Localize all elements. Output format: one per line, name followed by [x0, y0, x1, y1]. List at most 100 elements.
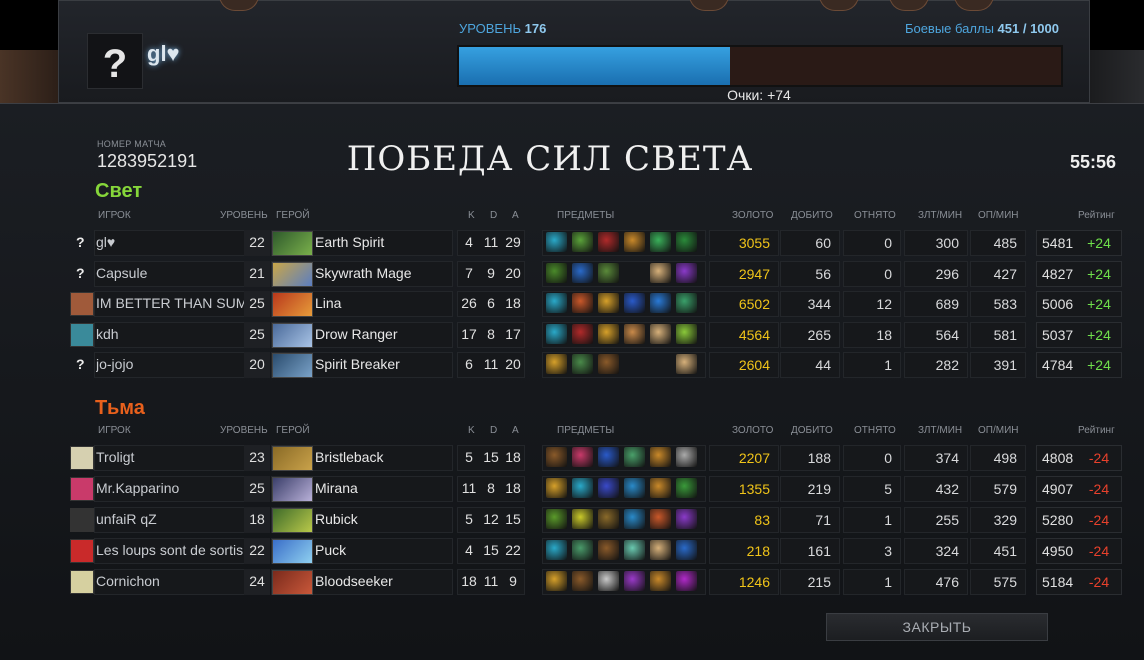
gpm-value: 282 [904, 352, 968, 378]
item-slot-icon[interactable] [624, 571, 645, 591]
item-slot-icon[interactable] [546, 478, 567, 498]
close-button[interactable]: ЗАКРЫТЬ [826, 613, 1048, 641]
item-slot-icon[interactable] [598, 262, 619, 283]
item-slot-icon[interactable] [572, 262, 593, 283]
item-slot-icon[interactable] [624, 232, 645, 252]
item-slot-icon[interactable] [598, 293, 619, 313]
radiant-player-row[interactable]: ? jo-jojo 20 Spirit Breaker 6 11 20 2604 44 1 282 3… [68, 352, 1122, 378]
item-slot-icon[interactable] [650, 478, 671, 498]
player-name[interactable]: gl♥ [96, 230, 246, 254]
item-slot-icon[interactable] [572, 478, 593, 498]
item-slot-icon[interactable] [572, 323, 593, 344]
rating-value: 5037 [1042, 326, 1074, 343]
player-avatar[interactable] [70, 292, 94, 316]
player-avatar[interactable] [70, 539, 94, 563]
item-slot-icon[interactable] [598, 509, 619, 529]
radiant-player-row[interactable]: IM BETTER THAN SUM 25 Lina 26 6 18 6502 344 12 68… [68, 291, 1122, 317]
item-slot-icon[interactable] [546, 509, 567, 529]
item-slot-icon[interactable] [598, 354, 619, 374]
player-avatar[interactable] [70, 570, 94, 594]
hero-portrait[interactable] [272, 261, 313, 287]
dire-player-row[interactable]: unfaiR qZ 18 Rubick 5 12 15 83 71 1 255 329 5280 -24 [68, 507, 1122, 533]
hero-portrait[interactable] [272, 446, 313, 471]
item-slot-icon[interactable] [650, 571, 671, 591]
hero-portrait[interactable] [272, 477, 313, 502]
item-slot-icon[interactable] [572, 354, 593, 374]
item-slot-icon[interactable] [624, 478, 645, 498]
player-name[interactable]: Les loups sont de sortis [96, 538, 246, 562]
item-slot-icon[interactable] [598, 540, 619, 560]
item-slot-icon[interactable] [598, 232, 619, 252]
item-slot-icon[interactable] [572, 571, 593, 591]
item-slot-icon[interactable] [676, 509, 697, 529]
item-slot-icon[interactable] [676, 447, 697, 467]
item-slot-icon[interactable] [572, 232, 593, 252]
hero-portrait[interactable] [272, 539, 313, 564]
item-slot-icon[interactable] [676, 571, 697, 591]
item-slot-icon[interactable] [676, 478, 697, 498]
player-name[interactable]: Cornichon [96, 569, 246, 593]
item-slot-icon[interactable] [676, 540, 697, 560]
item-slot-icon[interactable] [572, 540, 593, 560]
item-slot-icon[interactable] [546, 354, 567, 374]
item-slot-icon[interactable] [650, 323, 671, 344]
dire-player-row[interactable]: Les loups sont de sortis 22 Puck 4 15 22 218 16… [68, 538, 1122, 564]
hero-portrait[interactable] [272, 322, 313, 348]
item-slot-icon[interactable] [546, 540, 567, 560]
rating-value: 4784 [1042, 357, 1074, 373]
item-slot-icon[interactable] [546, 323, 567, 344]
item-slot-icon[interactable] [650, 293, 671, 313]
radiant-player-row[interactable]: kdh 25 Drow Ranger 17 8 17 4564 265 18 564 581 5037… [68, 321, 1122, 348]
item-slot-icon[interactable] [572, 293, 593, 313]
hero-portrait[interactable] [272, 353, 313, 378]
dire-player-row[interactable]: Troligt 23 Bristleback 5 15 18 2207 188 0 374 498 4… [68, 445, 1122, 471]
player-avatar[interactable] [70, 446, 94, 470]
player-name[interactable]: jo-jojo [96, 352, 246, 376]
item-slot-icon[interactable] [650, 509, 671, 529]
item-slot-icon[interactable] [572, 509, 593, 529]
player-avatar[interactable]: ? [87, 33, 143, 89]
item-slot-icon[interactable] [624, 323, 645, 344]
hero-portrait[interactable] [272, 508, 313, 533]
player-name[interactable]: Mr.Kapparino [96, 476, 246, 500]
item-slot-icon[interactable] [650, 447, 671, 467]
item-slot-icon[interactable] [598, 571, 619, 591]
item-slot-icon[interactable] [624, 509, 645, 529]
item-slot-icon[interactable] [598, 447, 619, 467]
dire-player-row[interactable]: Cornichon 24 Bloodseeker 18 11 9 1246 215 1 476 57… [68, 569, 1122, 595]
item-slot-icon[interactable] [546, 262, 567, 283]
item-slot-icon[interactable] [546, 232, 567, 252]
player-avatar[interactable] [70, 322, 94, 347]
player-name[interactable]: kdh [96, 322, 246, 346]
item-slot-icon[interactable] [676, 323, 697, 344]
player-name[interactable]: IM BETTER THAN SUM [96, 291, 246, 315]
player-name[interactable]: Troligt [96, 445, 246, 469]
item-slot-icon[interactable] [676, 232, 697, 252]
dire-header-a: A [512, 425, 519, 436]
item-slot-icon[interactable] [546, 571, 567, 591]
hero-portrait[interactable] [272, 292, 313, 317]
item-slot-icon[interactable] [650, 262, 671, 283]
item-slot-icon[interactable] [572, 447, 593, 467]
item-slot-icon[interactable] [598, 323, 619, 344]
item-slot-icon[interactable] [546, 447, 567, 467]
dire-player-row[interactable]: Mr.Kapparino 25 Mirana 11 8 18 1355 219 5 432 579 4… [68, 476, 1122, 502]
hero-portrait[interactable] [272, 231, 313, 256]
item-slot-icon[interactable] [624, 293, 645, 313]
item-slot-icon[interactable] [650, 540, 671, 560]
player-name[interactable]: Capsule [96, 261, 246, 285]
item-slot-icon[interactable] [676, 293, 697, 313]
item-slot-icon[interactable] [598, 478, 619, 498]
item-slot-icon[interactable] [624, 540, 645, 560]
player-name[interactable]: unfaiR qZ [96, 507, 246, 531]
player-avatar[interactable] [70, 508, 94, 532]
player-avatar[interactable] [70, 477, 94, 501]
item-slot-icon[interactable] [624, 447, 645, 467]
item-slot-icon[interactable] [676, 354, 697, 374]
item-slot-icon[interactable] [546, 293, 567, 313]
hero-portrait[interactable] [272, 570, 313, 595]
item-slot-icon[interactable] [676, 262, 697, 283]
item-slot-icon[interactable] [650, 232, 671, 252]
radiant-player-row[interactable]: ? Capsule 21 Skywrath Mage 7 9 20 2947 56 0 296 427… [68, 260, 1122, 287]
radiant-player-row[interactable]: ? gl♥ 22 Earth Spirit 4 11 29 3055 60 0 300 485 5481… [68, 230, 1122, 256]
